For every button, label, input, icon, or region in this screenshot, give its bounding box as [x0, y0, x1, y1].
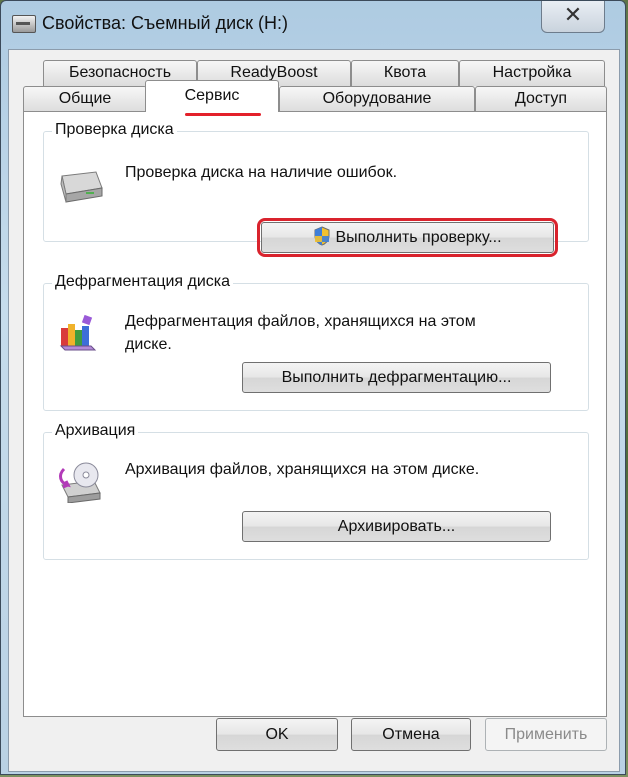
defrag-group: Дефрагментация диска Дефрагментация файл…	[43, 273, 589, 411]
tab-customize[interactable]: Настройка	[459, 60, 605, 86]
tab-tools[interactable]: Сервис	[145, 80, 279, 112]
drive-icon	[60, 171, 103, 203]
tools-tab-panel: Проверка диска Проверка диска на наличие…	[23, 111, 607, 717]
defrag-description-line1: Дефрагментация файлов, хранящихся на это…	[125, 313, 476, 330]
dialog-client-area: Безопасность ReadyBoost Квота Настройка …	[8, 49, 620, 772]
ok-button[interactable]: OK	[216, 718, 338, 751]
backup-label: Архивация	[52, 422, 139, 440]
defrag-description-line2: диске.	[125, 336, 172, 353]
backup-button[interactable]: Архивировать...	[242, 511, 551, 542]
close-icon: ✕	[563, 3, 583, 28]
tab-hardware[interactable]: Оборудование	[279, 86, 475, 112]
backup-group: Архивация Архивация файлов, хранящихся н…	[43, 422, 589, 560]
properties-window: Свойства: Съемный диск (H:) ✕ Безопаснос…	[0, 0, 626, 775]
tab-sharing[interactable]: Доступ	[475, 86, 607, 112]
run-check-button[interactable]: Выполнить проверку...	[261, 222, 554, 253]
run-check-label: Выполнить проверку...	[335, 229, 502, 246]
uac-shield-icon	[314, 226, 330, 246]
close-button[interactable]: ✕	[541, 1, 605, 33]
defrag-icon	[59, 314, 97, 351]
tab-general[interactable]: Общие	[23, 86, 147, 112]
disk-check-label: Проверка диска	[52, 121, 177, 139]
tab-quota[interactable]: Квота	[351, 60, 459, 86]
defrag-description: Дефрагментация файлов, хранящихся на это…	[125, 310, 476, 356]
backup-description: Архивация файлов, хранящихся на этом дис…	[125, 461, 480, 478]
cancel-button[interactable]: Отмена	[351, 718, 471, 751]
removable-drive-icon	[12, 15, 36, 33]
apply-button[interactable]: Применить	[485, 718, 607, 751]
backup-icon	[59, 462, 101, 503]
defrag-label: Дефрагментация диска	[52, 273, 234, 291]
disk-check-group: Проверка диска Проверка диска на наличие…	[43, 121, 589, 257]
run-defrag-button[interactable]: Выполнить дефрагментацию...	[242, 362, 551, 393]
title-bar[interactable]: Свойства: Съемный диск (H:) ✕	[1, 1, 625, 49]
active-tab-underline	[185, 113, 261, 116]
disk-check-description: Проверка диска на наличие ошибок.	[125, 164, 398, 181]
window-title: Свойства: Съемный диск (H:)	[42, 13, 289, 33]
